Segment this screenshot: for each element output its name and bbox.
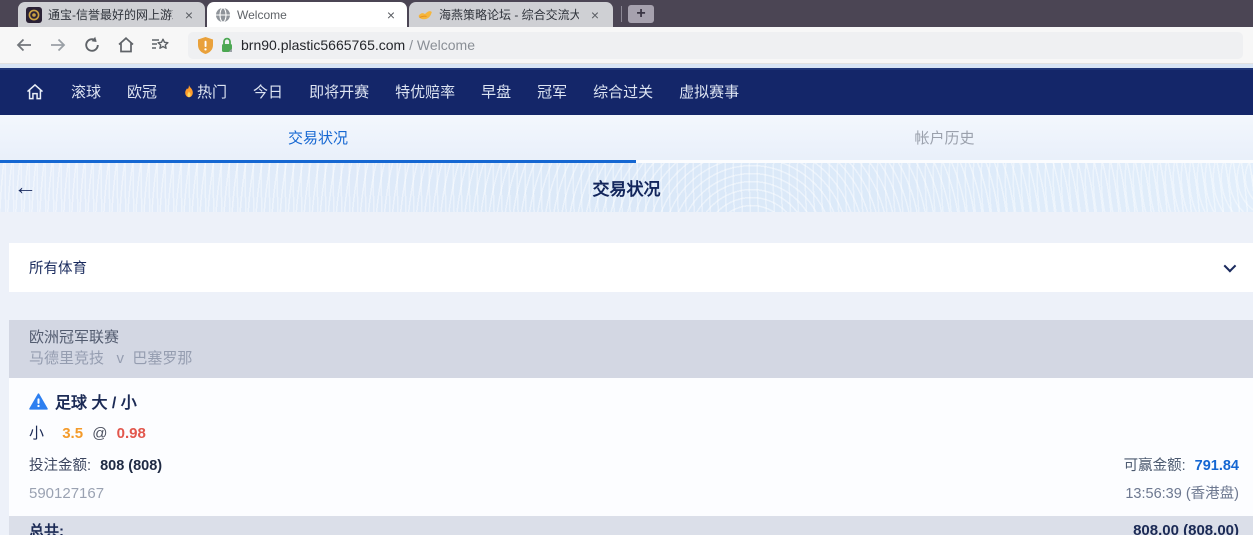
tab-title: 通宝-信誉最好的网上游戏平: [48, 6, 173, 23]
match-header: 欧洲冠军联赛 马德里竞技 v 巴塞罗那: [9, 320, 1253, 378]
nav-item-label: 欧冠: [127, 81, 157, 102]
browser-tabstrip: 通宝-信誉最好的网上游戏平 × Welcome × 海燕策略论坛 - 综合交流大…: [0, 0, 1253, 27]
secure-lock-icon[interactable]: [220, 37, 234, 53]
globe-favicon-icon: [215, 7, 231, 23]
home-icon[interactable]: [112, 31, 140, 59]
match-teams: 马德里竞技 v 巴塞罗那: [29, 348, 1233, 369]
win-value: 791.84: [1195, 458, 1239, 474]
stake-row: 投注金额: 808 (808) 可赢金额: 791.84: [29, 454, 1239, 475]
tab-close-icon[interactable]: ×: [587, 8, 603, 22]
back-icon[interactable]: [10, 31, 38, 59]
reload-icon[interactable]: [78, 31, 106, 59]
browser-tab-welcome[interactable]: Welcome ×: [207, 2, 407, 27]
browser-toolbar: brn90.plastic5665765.com / Welcome: [0, 27, 1253, 64]
pick-odds: 0.98: [117, 425, 146, 442]
nav-item-early[interactable]: 早盘: [468, 81, 524, 102]
nav-item-label: 早盘: [481, 81, 511, 102]
total-label: 总共:: [29, 520, 64, 535]
total-row: 总共: 808.00 (808.00): [9, 516, 1253, 535]
nav-item-ucl[interactable]: 欧冠: [114, 81, 170, 102]
tab-close-icon[interactable]: ×: [383, 8, 399, 22]
main-nav: 滚球 欧冠 热门 今日 即将开赛 特优赔率 早盘 冠军 综合过关 虚拟赛事: [0, 68, 1253, 115]
nav-item-label: 滚球: [71, 81, 101, 102]
meta-row: 590127167 13:56:39 (香港盘): [29, 482, 1239, 503]
win-group: 可赢金额: 791.84: [1124, 454, 1239, 475]
url-host: brn90.plastic5665765.com: [241, 37, 405, 53]
bookmarks-list-icon[interactable]: [146, 31, 174, 59]
bet-details: 足球 大 / 小 小 3.5 @ 0.98 投注金额: 808 (808) 可赢…: [9, 378, 1253, 516]
statement-tabs: 交易状况 帐户历史: [0, 115, 1253, 163]
win-label: 可赢金额:: [1124, 458, 1186, 474]
warning-triangle-icon: [29, 393, 48, 410]
pick-row: 小 3.5 @ 0.98: [29, 422, 1239, 443]
tab-account-history[interactable]: 帐户历史: [636, 115, 1253, 163]
new-tab-button[interactable]: +: [628, 5, 654, 23]
bet-ticket-card: 欧洲冠军联赛 马德里竞技 v 巴塞罗那 足球 大 / 小 小 3.5 @ 0.9…: [9, 320, 1253, 535]
page-title: 交易状况: [593, 175, 661, 200]
nav-item-today[interactable]: 今日: [240, 81, 296, 102]
browser-tab-haiyan[interactable]: 海燕策略论坛 - 综合交流大 ×: [409, 2, 613, 27]
tab-title: 海燕策略论坛 - 综合交流大: [439, 6, 579, 23]
pick-selection: 小: [29, 425, 44, 442]
nav-item-label: 热门: [197, 81, 227, 102]
shield-warning-icon[interactable]: [198, 37, 213, 54]
league-name: 欧洲冠军联赛: [29, 327, 1233, 348]
chevron-down-icon: [1224, 260, 1237, 273]
nav-item-label: 特优赔率: [395, 81, 455, 102]
nav-item-hot[interactable]: 热门: [170, 81, 240, 102]
tab-transaction-status[interactable]: 交易状况: [0, 115, 636, 163]
total-value: 808.00 (808.00): [1133, 522, 1239, 535]
nav-item-label: 综合过关: [593, 81, 653, 102]
stake-group: 投注金额: 808 (808): [29, 454, 162, 475]
ticket-id: 590127167: [29, 485, 104, 502]
nav-item-special-odds[interactable]: 特优赔率: [382, 81, 468, 102]
tab-separator: [621, 6, 622, 22]
pick-handicap: 3.5: [62, 425, 83, 442]
nav-item-label: 冠军: [537, 81, 567, 102]
flame-icon: [183, 85, 195, 99]
nav-item-live[interactable]: 滚球: [58, 81, 114, 102]
page-header: ← 交易状况: [0, 163, 1253, 212]
browser-tab-tongbao[interactable]: 通宝-信誉最好的网上游戏平 ×: [18, 2, 205, 27]
nav-home-icon[interactable]: [12, 82, 58, 102]
market-name: 足球 大 / 小: [55, 389, 137, 413]
content-area: 所有体育 欧洲冠军联赛 马德里竞技 v 巴塞罗那 足球 大 / 小 小 3.5 …: [0, 212, 1253, 535]
nav-item-label: 即将开赛: [309, 81, 369, 102]
at-sign: @: [92, 425, 107, 442]
sport-filter-label: 所有体育: [29, 257, 87, 278]
nav-item-label: 今日: [253, 81, 283, 102]
bet-time: 13:56:39 (香港盘): [1125, 482, 1239, 503]
tab-title: Welcome: [237, 8, 375, 22]
tab-close-icon[interactable]: ×: [181, 8, 197, 22]
forward-icon[interactable]: [44, 31, 72, 59]
stake-value: 808 (808): [100, 458, 162, 474]
coin-emblem-favicon-icon: [26, 7, 42, 23]
nav-item-outright[interactable]: 冠军: [524, 81, 580, 102]
url-path: / Welcome: [405, 37, 475, 53]
nav-item-parlay[interactable]: 综合过关: [580, 81, 666, 102]
address-bar[interactable]: brn90.plastic5665765.com / Welcome: [188, 32, 1243, 59]
market-row: 足球 大 / 小: [29, 389, 1239, 413]
nav-item-upcoming[interactable]: 即将开赛: [296, 81, 382, 102]
stake-label: 投注金额:: [29, 458, 91, 474]
nav-item-virtual[interactable]: 虚拟赛事: [666, 81, 752, 102]
seagull-favicon-icon: [417, 7, 433, 23]
nav-item-label: 虚拟赛事: [679, 81, 739, 102]
sport-filter-dropdown[interactable]: 所有体育: [9, 243, 1253, 292]
back-arrow-icon[interactable]: ←: [14, 175, 37, 198]
